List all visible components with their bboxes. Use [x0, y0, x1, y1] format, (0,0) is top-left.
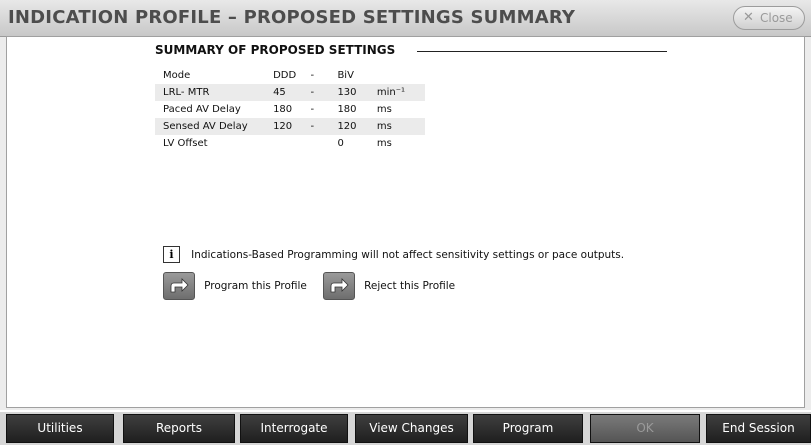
arrow-icon[interactable]: [323, 272, 355, 300]
utilities-button[interactable]: Utilities: [6, 414, 114, 443]
row-name: LRL- MTR: [155, 84, 266, 101]
header-ddd: DDD: [265, 67, 303, 84]
row-dash: [302, 135, 330, 152]
header-unit: [368, 67, 425, 84]
table-row: LV Offset 0 ms: [155, 135, 425, 152]
reports-button[interactable]: Reports: [123, 414, 235, 443]
row-dash: -: [302, 84, 330, 101]
summary-heading: SUMMARY OF PROPOSED SETTINGS: [155, 43, 396, 57]
indication-profile-window: INDICATION PROFILE – PROPOSED SETTINGS S…: [0, 0, 811, 410]
title-bar: INDICATION PROFILE – PROPOSED SETTINGS S…: [0, 0, 811, 37]
info-icon: i: [163, 246, 180, 263]
row-biv: 130: [329, 84, 369, 101]
row-biv: 120: [329, 118, 369, 135]
header-dash: -: [302, 67, 330, 84]
end-session-button[interactable]: End Session: [706, 414, 811, 443]
row-name: LV Offset: [155, 135, 266, 152]
interrogate-button[interactable]: Interrogate: [240, 414, 348, 443]
info-note: i Indications-Based Programming will not…: [163, 244, 624, 263]
close-button[interactable]: ✕ Close: [733, 6, 805, 30]
reject-profile-label[interactable]: Reject this Profile: [364, 280, 455, 292]
program-profile-action[interactable]: Program this Profile: [163, 272, 307, 300]
row-dash: -: [302, 118, 330, 135]
arrow-icon[interactable]: [163, 272, 195, 300]
row-unit: ms: [368, 118, 425, 135]
row-name: Paced AV Delay: [155, 101, 266, 118]
close-icon: ✕: [743, 10, 754, 25]
table-row: Paced AV Delay 180 - 180 ms: [155, 101, 425, 118]
table-row: LRL- MTR 45 - 130 min⁻¹: [155, 84, 425, 101]
header-biv: BiV: [329, 67, 369, 84]
table-row: Sensed AV Delay 120 - 120 ms: [155, 118, 425, 135]
row-unit: ms: [368, 135, 425, 152]
program-profile-label[interactable]: Program this Profile: [204, 280, 307, 292]
program-button[interactable]: Program: [473, 414, 583, 443]
info-text: Indications-Based Programming will not a…: [191, 248, 625, 261]
settings-table: Mode DDD - BiV LRL- MTR 45 - 130 min⁻¹ P…: [155, 67, 425, 152]
row-biv: 0: [329, 135, 369, 152]
row-ddd: 180: [265, 101, 303, 118]
close-label: Close: [760, 11, 793, 25]
window-title: INDICATION PROFILE – PROPOSED SETTINGS S…: [8, 7, 576, 28]
row-unit: min⁻¹: [368, 84, 425, 101]
row-biv: 180: [329, 101, 369, 118]
table-header-row: Mode DDD - BiV: [155, 67, 425, 84]
heading-rule: [417, 51, 667, 52]
view-changes-button[interactable]: View Changes: [355, 414, 468, 443]
row-name: Sensed AV Delay: [155, 118, 266, 135]
row-unit: ms: [368, 101, 425, 118]
reject-profile-action[interactable]: Reject this Profile: [323, 272, 455, 300]
header-mode: Mode: [155, 67, 266, 84]
row-ddd: 45: [265, 84, 303, 101]
bottom-toolbar: Utilities Reports Interrogate View Chang…: [0, 412, 811, 445]
row-ddd: 120: [265, 118, 303, 135]
row-dash: -: [302, 101, 330, 118]
row-ddd: [265, 135, 303, 152]
ok-button[interactable]: OK: [590, 414, 700, 443]
content-panel: SUMMARY OF PROPOSED SETTINGS Mode DDD - …: [6, 36, 805, 408]
